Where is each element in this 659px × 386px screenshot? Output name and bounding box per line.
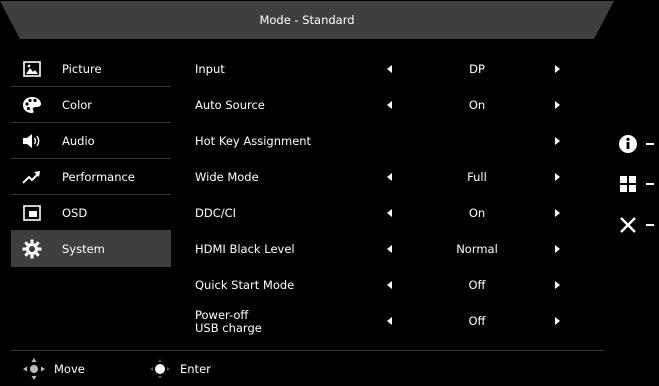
arrow-right-icon[interactable]	[555, 137, 560, 145]
setting-value: On	[468, 206, 486, 220]
arrow-left-icon[interactable]	[387, 173, 392, 181]
dash-marker	[646, 143, 654, 145]
setting-value: Normal	[456, 242, 498, 256]
arrow-left-icon[interactable]	[387, 317, 392, 325]
picture-icon	[22, 59, 42, 79]
arrow-left-icon[interactable]	[387, 101, 392, 109]
osd-panel: Mode - Standard Picture Color Audio Perf…	[0, 0, 614, 386]
setting-wide-mode[interactable]: Wide Mode Full	[185, 159, 605, 195]
joystick-enter-icon	[150, 359, 170, 379]
setting-auto-source[interactable]: Auto Source On	[185, 87, 605, 123]
arrow-left-icon[interactable]	[387, 245, 392, 253]
osd-footer: Move Enter	[0, 352, 614, 386]
dash-marker	[646, 224, 654, 226]
sidebar-item-color[interactable]: Color	[11, 87, 171, 123]
arrow-left-icon[interactable]	[387, 65, 392, 73]
speaker-icon	[22, 131, 42, 151]
setting-value: Off	[468, 278, 486, 292]
joystick-move-icon	[23, 358, 45, 380]
menu-grid-icon	[620, 176, 636, 192]
close-button[interactable]	[618, 213, 658, 237]
move-label: Move	[54, 362, 85, 376]
mode-title: Mode - Standard	[259, 13, 355, 27]
sidebar-item-label: System	[62, 241, 105, 256]
footer-divider	[11, 350, 604, 351]
menu-button[interactable]	[618, 172, 658, 196]
sidebar-item-audio[interactable]: Audio	[11, 123, 171, 159]
arrow-right-icon[interactable]	[555, 101, 560, 109]
close-icon	[620, 217, 636, 233]
info-button[interactable]	[618, 132, 658, 156]
setting-label: DDC/CI	[195, 206, 237, 220]
setting-value: Full	[467, 170, 487, 184]
osd-sidebar: Picture Color Audio Performance OSD Syst…	[11, 51, 171, 267]
setting-hdmi-black-level[interactable]: HDMI Black Level Normal	[185, 231, 605, 267]
arrow-right-icon[interactable]	[555, 209, 560, 217]
setting-label: Auto Source	[195, 98, 265, 112]
info-icon	[619, 135, 637, 153]
setting-label-line2: USB charge	[195, 321, 262, 335]
sidebar-item-osd[interactable]: OSD	[11, 195, 171, 231]
arrow-right-icon[interactable]	[555, 317, 560, 325]
arrow-right-icon[interactable]	[555, 245, 560, 253]
move-hint: Move	[22, 357, 85, 381]
sidebar-item-picture[interactable]: Picture	[11, 51, 171, 87]
gear-icon	[22, 239, 42, 259]
settings-list: Input DP Auto Source On Hot Key Assignme…	[185, 51, 605, 339]
setting-label: Power-off USB charge	[195, 309, 262, 335]
setting-label: Quick Start Mode	[195, 278, 295, 292]
osd-icon	[22, 203, 42, 223]
arrow-left-icon[interactable]	[387, 209, 392, 217]
sidebar-item-label: Picture	[62, 61, 102, 76]
setting-label: Input	[195, 62, 225, 76]
osd-header: Mode - Standard	[0, 0, 614, 40]
setting-input[interactable]: Input DP	[185, 51, 605, 87]
palette-icon	[22, 95, 42, 115]
setting-quick-start-mode[interactable]: Quick Start Mode Off	[185, 267, 605, 303]
arrow-right-icon[interactable]	[555, 65, 560, 73]
dash-marker	[646, 183, 654, 185]
setting-label: Wide Mode	[195, 170, 259, 184]
sidebar-item-label: Color	[62, 97, 93, 112]
side-button-column	[614, 0, 659, 386]
sidebar-item-label: Audio	[62, 133, 95, 148]
setting-power-off-usb-charge[interactable]: Power-off USB charge Off	[185, 303, 605, 339]
sidebar-item-label: OSD	[62, 205, 88, 220]
sidebar-item-label: Performance	[62, 169, 135, 184]
sidebar-item-system[interactable]: System	[11, 231, 171, 267]
setting-value: Off	[468, 314, 486, 328]
setting-hot-key-assignment[interactable]: Hot Key Assignment	[185, 123, 605, 159]
setting-value: DP	[469, 62, 485, 76]
setting-label: Hot Key Assignment	[195, 134, 312, 148]
enter-hint: Enter	[148, 357, 211, 381]
sidebar-item-performance[interactable]: Performance	[11, 159, 171, 195]
enter-label: Enter	[180, 362, 211, 376]
setting-ddc-ci[interactable]: DDC/CI On	[185, 195, 605, 231]
arrow-right-icon[interactable]	[555, 281, 560, 289]
setting-label: HDMI Black Level	[195, 242, 295, 256]
arrow-left-icon[interactable]	[387, 281, 392, 289]
setting-value: On	[468, 98, 486, 112]
arrow-right-icon[interactable]	[555, 173, 560, 181]
trend-up-icon	[22, 167, 42, 187]
